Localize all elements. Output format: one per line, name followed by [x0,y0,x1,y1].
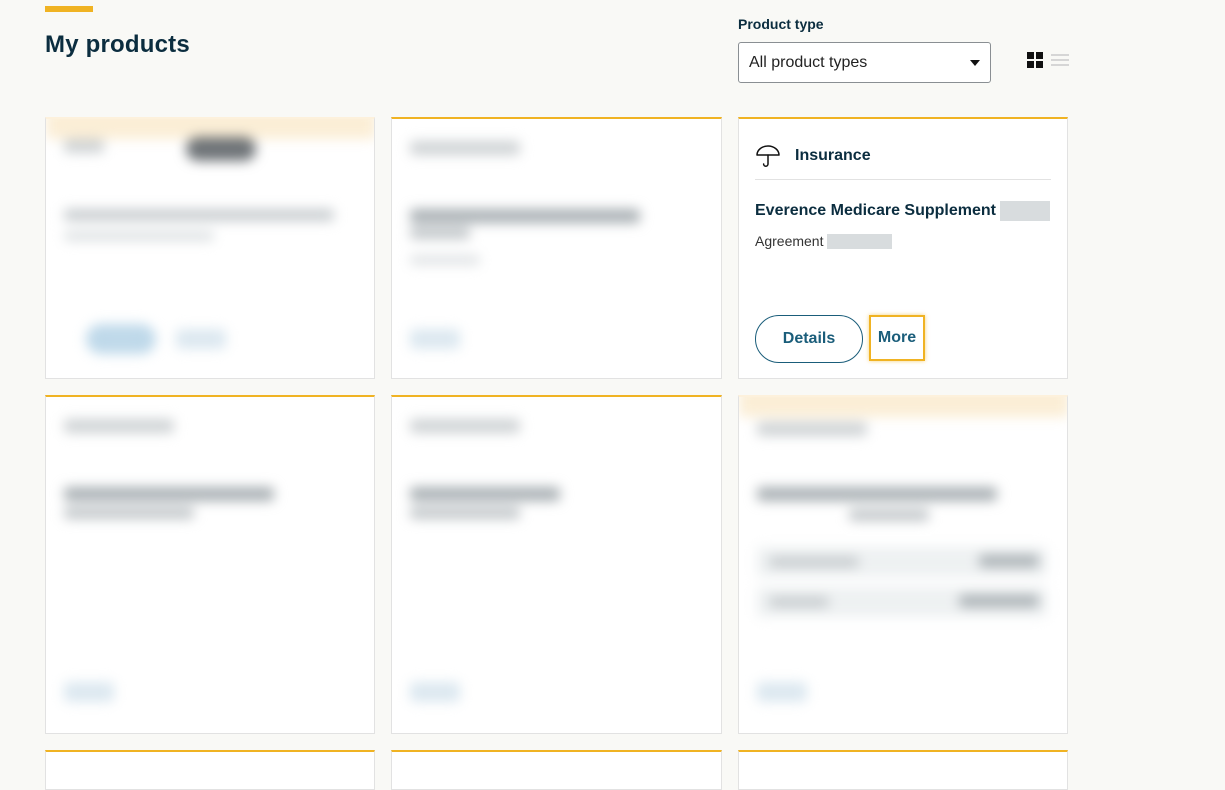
grid-view-icon[interactable] [1027,52,1043,68]
agreement-label: Agreement [755,233,824,249]
details-button[interactable]: Details [755,315,863,363]
product-card-blurred [391,395,722,734]
redacted-block [827,233,893,249]
product-type-label: Product type [738,16,824,32]
product-type-selected-value: All product types [749,53,868,71]
card-header: Insurance [755,133,1051,180]
product-card-blurred [391,750,722,790]
title-accent-bar [45,6,93,12]
view-toggle [1027,52,1069,68]
agreement-info: Agreement [755,233,893,249]
page-title: My products [45,31,190,58]
dropdown-caret-icon [970,59,980,66]
product-name: Everence Medicare Supplement [755,201,1050,221]
product-card-blurred [45,117,375,379]
product-card-blurred [45,395,375,734]
redacted-block [999,201,1050,221]
product-type-select[interactable]: All product types [738,42,991,83]
product-card-blurred [391,117,722,379]
product-category-label: Insurance [795,147,871,164]
more-button[interactable]: More [869,315,925,361]
umbrella-icon [756,145,780,167]
product-card-blurred [738,750,1068,790]
insurance-product-card: Insurance Everence Medicare Supplement A… [738,117,1068,379]
product-card-blurred [45,750,375,790]
list-view-icon[interactable] [1051,52,1069,68]
product-name-text: Everence Medicare Supplement [755,202,996,219]
product-card-blurred [738,395,1068,734]
